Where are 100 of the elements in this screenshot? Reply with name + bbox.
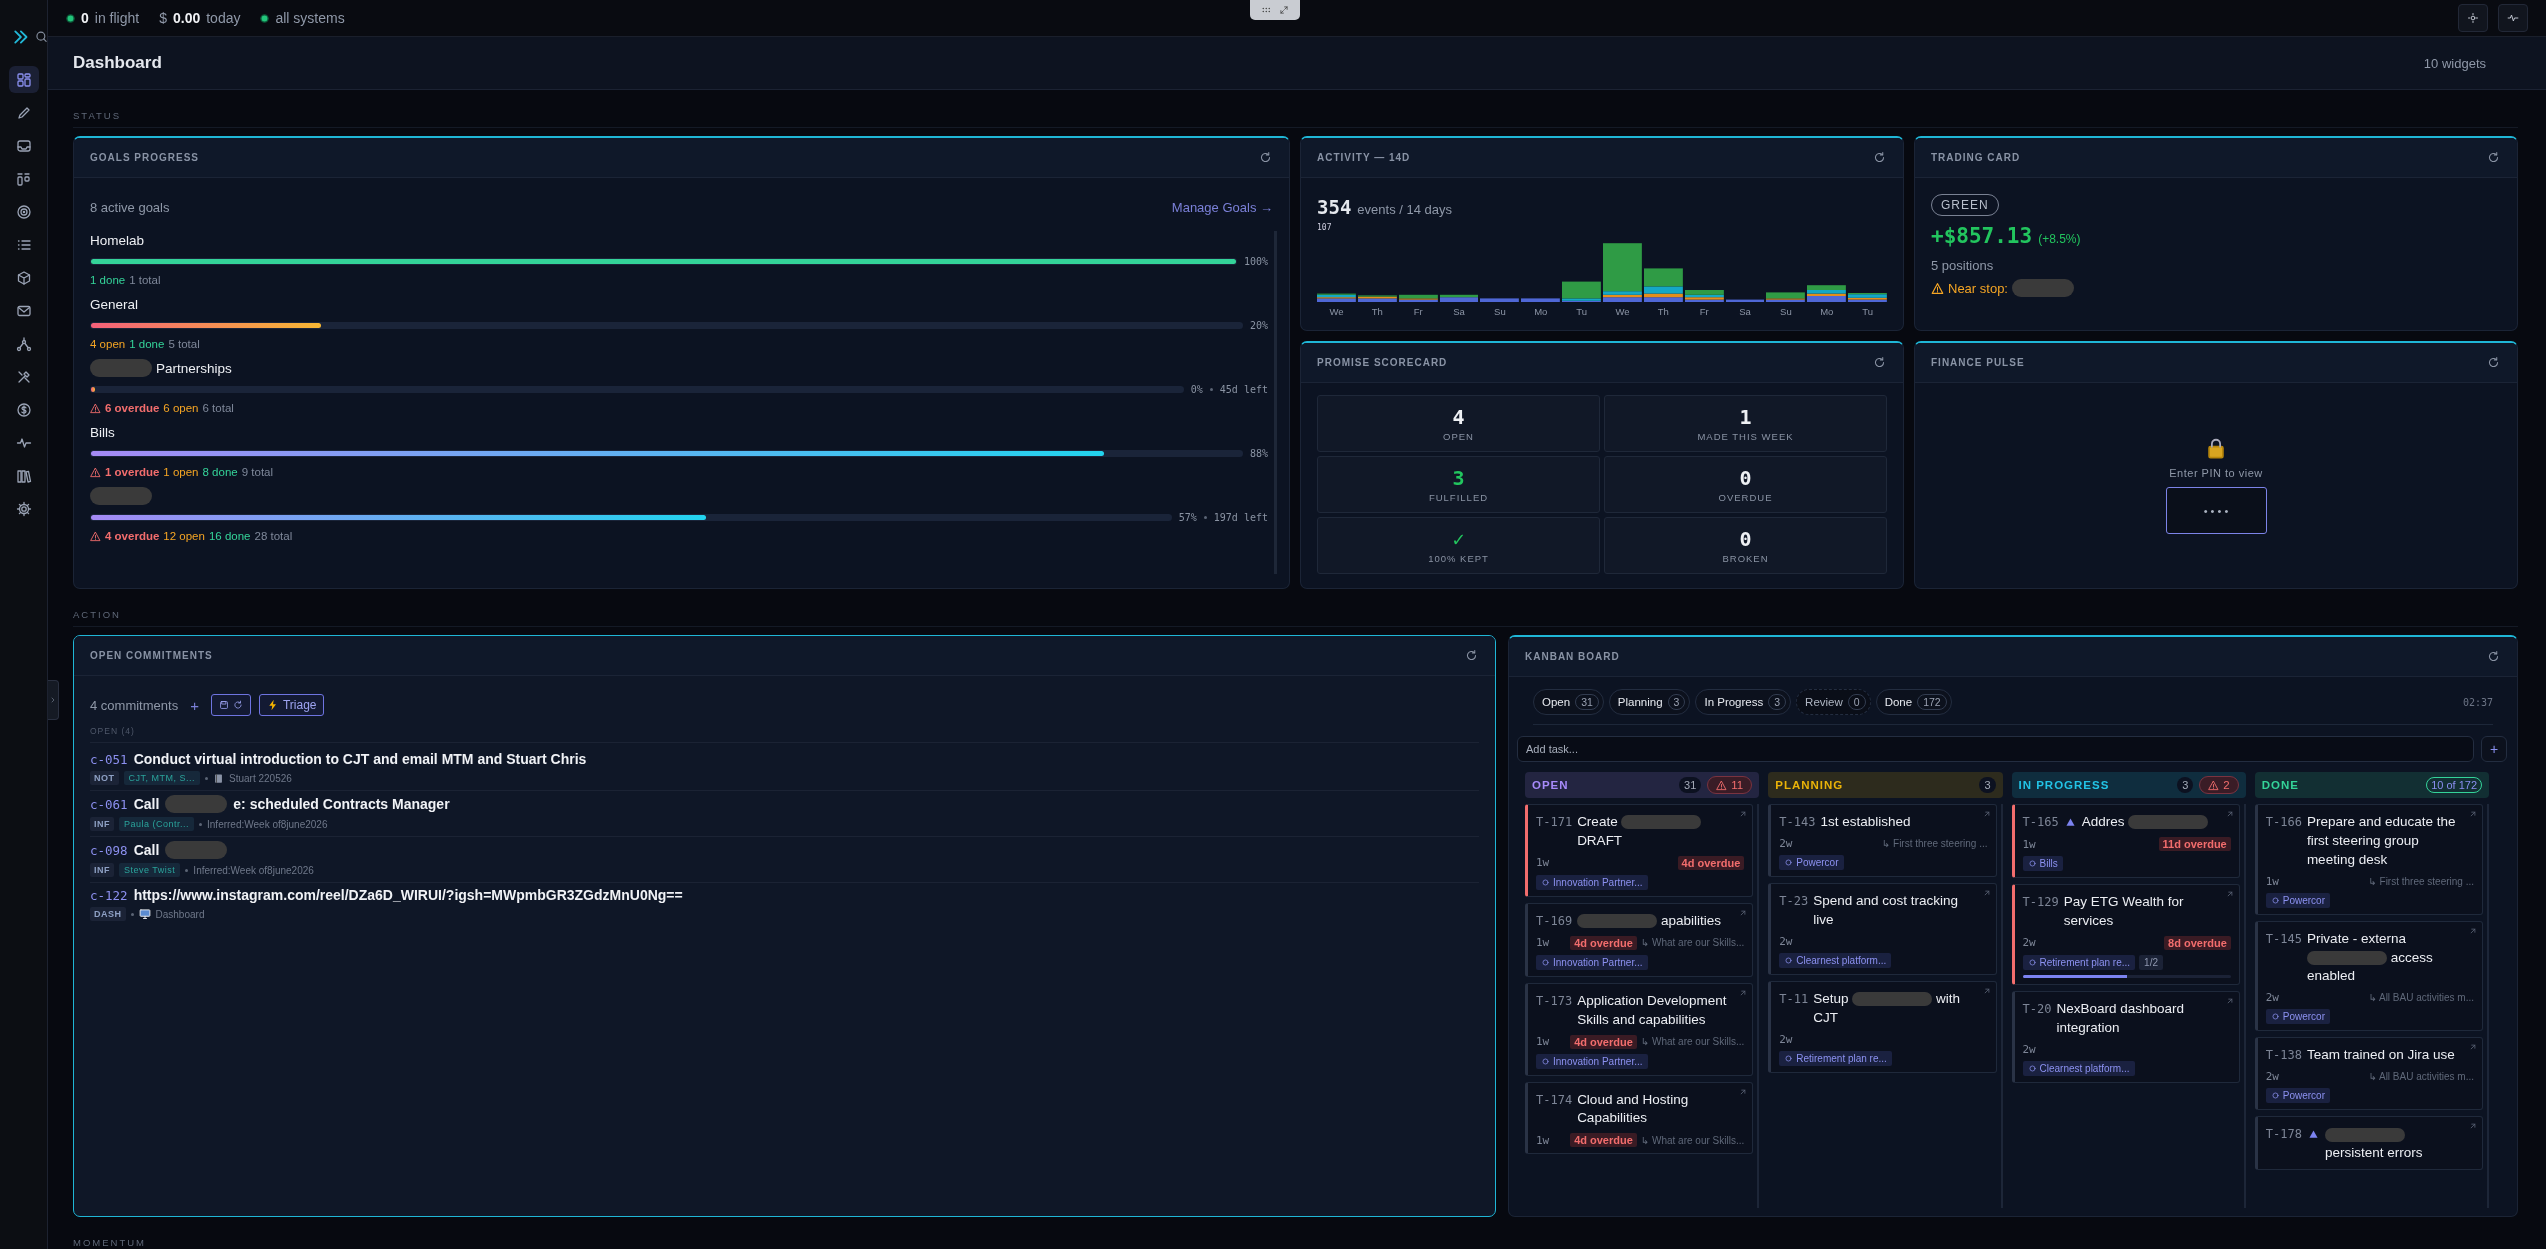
task-card[interactable]: T-165 Addres 1w 11d overdue Bills	[2011, 804, 2240, 878]
arrow-icon	[2468, 809, 2478, 819]
drag-handle[interactable]	[1250, 0, 1300, 20]
arrow-icon	[1738, 907, 1749, 918]
filter-chip[interactable]: Planning 3	[1608, 689, 1691, 715]
refresh-icon	[1873, 151, 1886, 164]
theme-button[interactable]	[2458, 4, 2488, 32]
age-label: 1w	[2265, 874, 2279, 888]
task-card[interactable]: T-138 Team trained on Jira use 2w ↳ All BAU activities m... Powercor	[2254, 1037, 2483, 1111]
filter-chip[interactable]: In Progress 3	[1695, 689, 1792, 715]
commitment-title: e: scheduled Contracts Manager	[233, 796, 450, 812]
circle-icon	[1541, 877, 1550, 887]
goal-stat: 6 overdue	[105, 402, 160, 414]
circle-icon	[2270, 1012, 2280, 1022]
goal-name: Homelab	[90, 232, 145, 248]
add-task-button[interactable]: +	[2481, 736, 2507, 762]
refresh-icon	[2487, 151, 2500, 164]
board-icon	[15, 170, 32, 187]
task-card[interactable]: T-171 Create DRAFT 1w 4d overdue Innovation Partner...	[1525, 804, 1754, 897]
separator-dot	[130, 912, 134, 916]
warning-icon	[1716, 779, 1728, 791]
percent-label: 88%	[1249, 448, 1268, 459]
spend-value: 0.00	[172, 10, 201, 26]
source-label: Inferred:Week of8june2026	[207, 818, 328, 830]
column-title: PLANNING	[1775, 779, 1844, 791]
day-label: Sa	[1739, 306, 1751, 317]
add-task-field[interactable]: Add task...	[1517, 736, 2474, 762]
task-title: NexBoard dashboard integration	[2056, 999, 2185, 1037]
task-id: T-169	[1536, 912, 1573, 930]
separator-dot	[1209, 388, 1213, 391]
activity-button[interactable]	[2498, 4, 2528, 32]
pin-field[interactable]: • • • •	[2165, 487, 2267, 534]
task-id: T-173	[1536, 992, 1573, 1010]
project-tag: Bills	[2022, 856, 2063, 871]
task-id: T-129	[2022, 894, 2059, 911]
circle-icon	[2027, 1063, 2037, 1073]
task-card[interactable]: T-145 Private - externa access enabled 2w ↳ All BAU activities m... Powercor	[2254, 920, 2483, 1032]
task-card[interactable]: T-166 Prepare and educate the first steering group meeting desk 1w ↳ First three steering ... Powercor	[2254, 804, 2483, 915]
overdue-badge: 4d overdue	[1677, 855, 1745, 870]
manage-goals-link[interactable]: Manage Goals →	[1171, 200, 1273, 215]
filter-chip[interactable]: Done 172	[1875, 689, 1952, 715]
task-card[interactable]: T-143 1st established 2w ↳ First three steering ... Powercor	[1768, 804, 1997, 877]
widget-title: OPEN COMMITMENTS	[90, 650, 213, 661]
task-title: Application Development Skills and capabilities	[1577, 991, 1728, 1029]
type-tag: NOT	[90, 771, 119, 785]
type-tag: INF	[90, 863, 114, 877]
dashboard-icon	[15, 71, 32, 88]
age-label: 2w	[2265, 991, 2279, 1005]
project-tag: Innovation Partner...	[1536, 1053, 1648, 1069]
task-title: apabilities	[1577, 911, 1735, 931]
age-label: 2w	[1779, 934, 1793, 948]
score-label: FULFILLED	[1428, 492, 1489, 503]
overdue-badge: 4d overdue	[1570, 935, 1637, 950]
refresh-icon	[232, 700, 243, 710]
sidebar-item[interactable]	[8, 66, 39, 93]
goal-stat: 1 done	[90, 274, 126, 286]
add-button[interactable]: +	[186, 696, 203, 714]
task-card[interactable]: T-23 Spend and cost tracking live 2w Clearnest platform...	[1768, 883, 1997, 975]
task-card[interactable]: T-174 Cloud and Hosting Capabilities 1w 4d overdue ↳ What are our Skills...	[1525, 1081, 1754, 1155]
redaction-mark	[2012, 279, 2074, 297]
person-tag: Steve Twist	[119, 863, 181, 877]
task-card[interactable]: T-20 NexBoard dashboard integration 2w Clearnest platform...	[2011, 990, 2240, 1083]
task-card[interactable]: T-173 Application Development Skills and capabilities 1w 4d overdue ↳ What are our Skills... Innovation Partner...	[1525, 982, 1754, 1076]
event-label: events / 14 days	[1357, 202, 1452, 217]
task-card[interactable]: T-11 Setup with CJT 2w Retirement plan re...	[1768, 980, 1997, 1073]
circle-icon	[1541, 957, 1550, 967]
parent-label: ↳ First three steering ...	[2368, 875, 2474, 887]
filter-chip[interactable]: Open 31	[1533, 689, 1604, 715]
age-label: 1w	[1536, 1035, 1550, 1049]
overdue-badge: 8d overdue	[2164, 935, 2231, 950]
task-title: persistent errors	[2324, 1125, 2464, 1164]
overdue-badge: 4d overdue	[1570, 1034, 1637, 1049]
task-id: T-20	[2022, 1000, 2052, 1018]
pnl-change: (+8.5%)	[2038, 232, 2081, 246]
age-label: 2w	[2022, 1042, 2036, 1056]
task-card[interactable]: T-178 persistent errors	[2254, 1116, 2483, 1171]
time-label: 02:37	[2462, 696, 2493, 708]
parent-label: ↳ All BAU activities m...	[2368, 992, 2474, 1004]
chevron-icon	[49, 696, 57, 704]
event-total: 354	[1317, 196, 1352, 218]
goal-stat: 1 overdue	[105, 466, 160, 478]
status-dot-icon	[260, 13, 270, 23]
task-id: T-171	[1536, 814, 1573, 831]
warning-icon	[90, 402, 101, 414]
lock-icon	[2205, 437, 2227, 459]
goal-stat: 8 done	[202, 466, 238, 478]
subtask-count: 1/2	[2139, 954, 2163, 970]
task-id: T-138	[2265, 1047, 2302, 1065]
day-label: Tu	[1862, 306, 1873, 317]
task-card[interactable]: T-169 apabilities 1w 4d overdue ↳ What are our Skills... Innovation Partner...	[1525, 902, 1754, 977]
collapse-handle[interactable]	[48, 680, 59, 720]
task-id: T-174	[1536, 1091, 1573, 1109]
triage-button[interactable]: Triage	[258, 694, 325, 716]
sync-button[interactable]	[210, 694, 251, 716]
task-title: Pay ETG Wealth for services	[2063, 893, 2185, 930]
score-value: ✓	[1452, 527, 1465, 551]
task-title: Cloud and Hosting Capabilities	[1577, 1090, 1690, 1128]
goal-stat: 4 open	[90, 338, 126, 350]
target-icon	[15, 203, 32, 220]
task-card[interactable]: T-129 Pay ETG Wealth for services 2w 8d overdue Retirement plan re... 1/2	[2011, 884, 2240, 985]
